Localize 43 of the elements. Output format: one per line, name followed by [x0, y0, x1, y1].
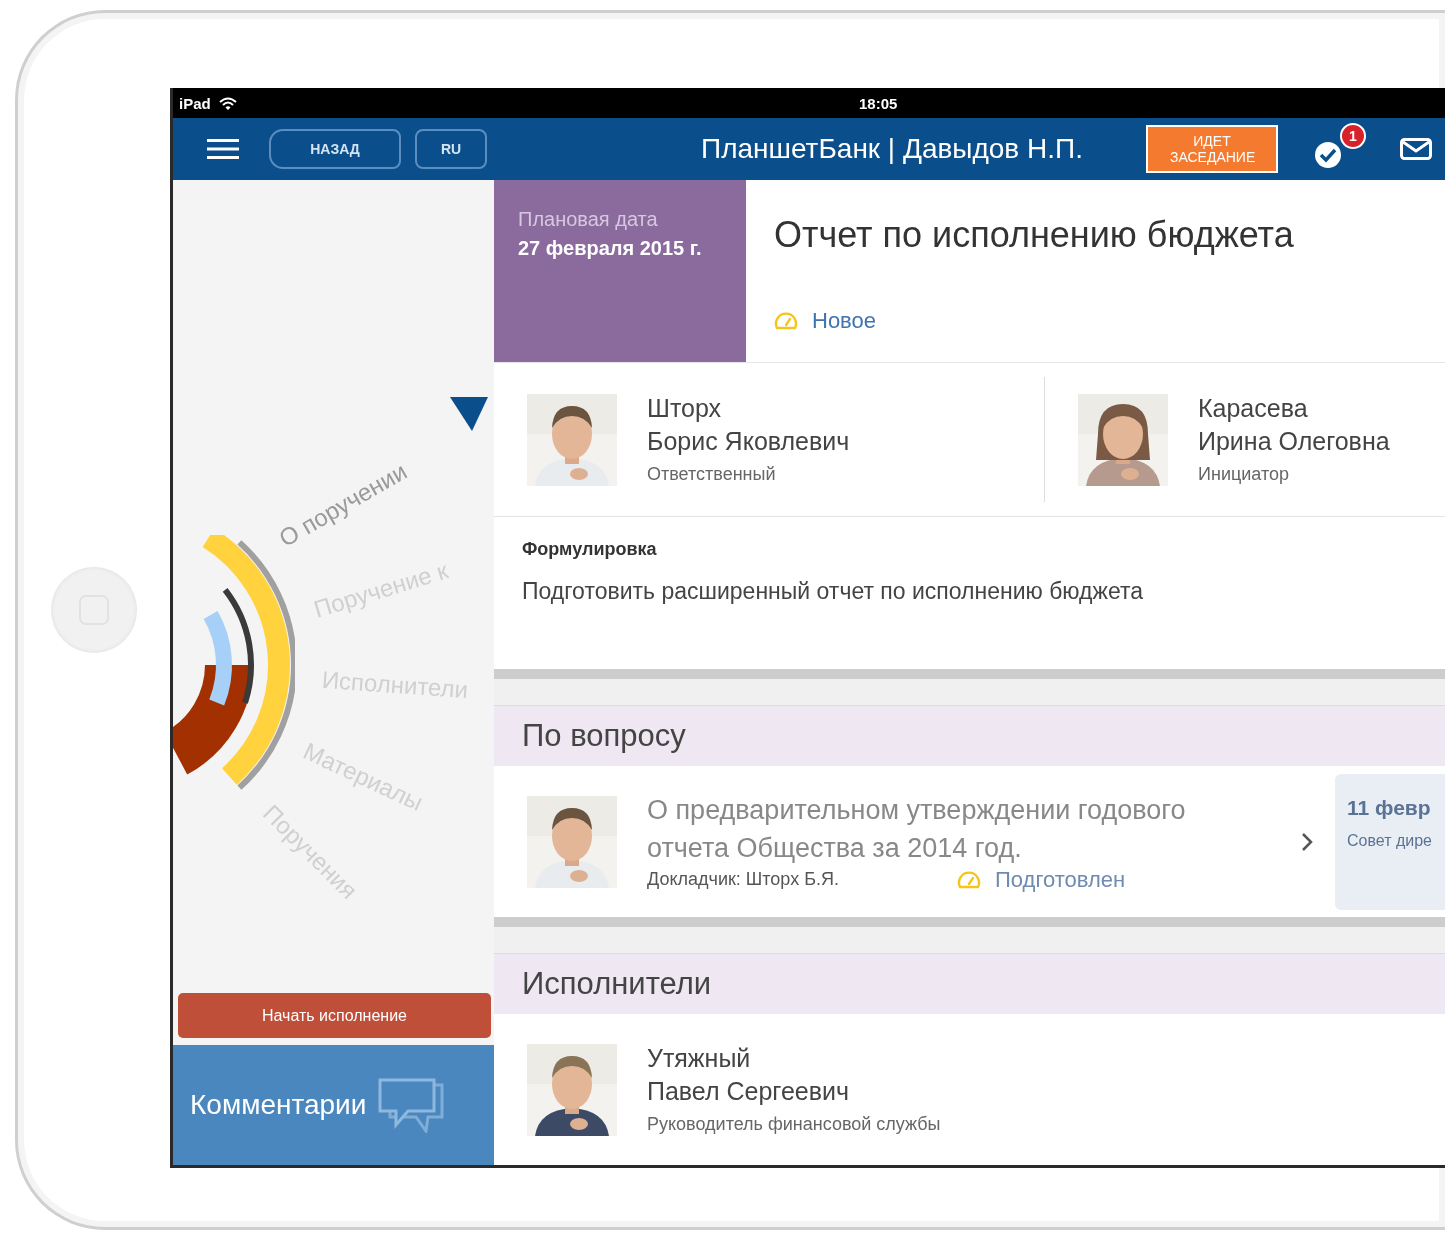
task-status: Новое	[812, 308, 877, 334]
issue-status: Подготовлен	[995, 866, 1126, 893]
meeting-date: 11 февр	[1347, 795, 1432, 820]
back-button[interactable]: НАЗАД	[269, 129, 401, 169]
chat-icon	[376, 1077, 447, 1133]
section-title: По вопросу	[522, 718, 686, 754]
person-surname: Карасева	[1198, 394, 1309, 423]
clock-time: 18:05	[859, 94, 898, 112]
comments-panel[interactable]: Комментарии	[173, 1045, 494, 1165]
issue-card[interactable]: О предварительном утверждении годового отчета Общества за 2014 год. Докладчик: Шторх Б.Я. Подготовлен 11 февр Совет дире	[494, 766, 1445, 917]
person-name: Ирина Олеговна	[1198, 427, 1390, 456]
meeting-body: Совет дире	[1347, 831, 1433, 850]
person-surname: Утяжный	[647, 1044, 752, 1073]
person-role: Руководитель финансовой службы	[647, 1114, 941, 1135]
person-role: Инициатор	[1198, 464, 1290, 485]
notification-badge: 1	[1340, 123, 1366, 149]
start-button[interactable]: Начать исполнение	[178, 993, 491, 1038]
device-name: iPad	[179, 94, 211, 112]
person-surname: Шторх	[647, 394, 723, 423]
date-label: Плановая дата	[518, 208, 659, 231]
mail-icon[interactable]	[1400, 138, 1432, 160]
meeting-button[interactable]: ИДЕТ ЗАСЕДАНИЕ	[1146, 125, 1278, 173]
task-title: Отчет по исполнению бюджета	[774, 214, 1294, 256]
meeting-card[interactable]: 11 февр Совет дире	[1335, 773, 1445, 910]
date-value: 27 февраля 2015 г.	[518, 237, 703, 260]
section-title: Исполнители	[522, 966, 712, 1002]
person-name: Борис Яковлевич	[647, 427, 850, 456]
language-button[interactable]: RU	[415, 129, 487, 169]
triangle-icon[interactable]	[450, 397, 488, 431]
comments-label: Комментарии	[190, 1089, 367, 1121]
issue-reporter: Докладчик: Шторх Б.Я.	[647, 869, 840, 890]
menu-icon[interactable]	[207, 138, 239, 160]
gauge-icon	[774, 311, 798, 331]
chevron-right-icon[interactable]	[1301, 831, 1313, 852]
person-name: Павел Сергеевич	[647, 1077, 850, 1106]
wording-text: Подготовить расширенный отчет по исполнению бюджета	[522, 578, 1144, 605]
check-icon[interactable]	[1314, 141, 1342, 169]
app-title: ПланшетБанк | Давыдов Н.П.	[701, 133, 1084, 165]
person-role: Ответственный	[647, 464, 777, 485]
wording-label: Формулировка	[522, 539, 658, 560]
wifi-icon	[218, 96, 237, 110]
gauge-icon	[957, 869, 981, 890]
issue-title: О предварительном утверждении годового отчета Общества за 2014 год.	[647, 793, 1187, 865]
